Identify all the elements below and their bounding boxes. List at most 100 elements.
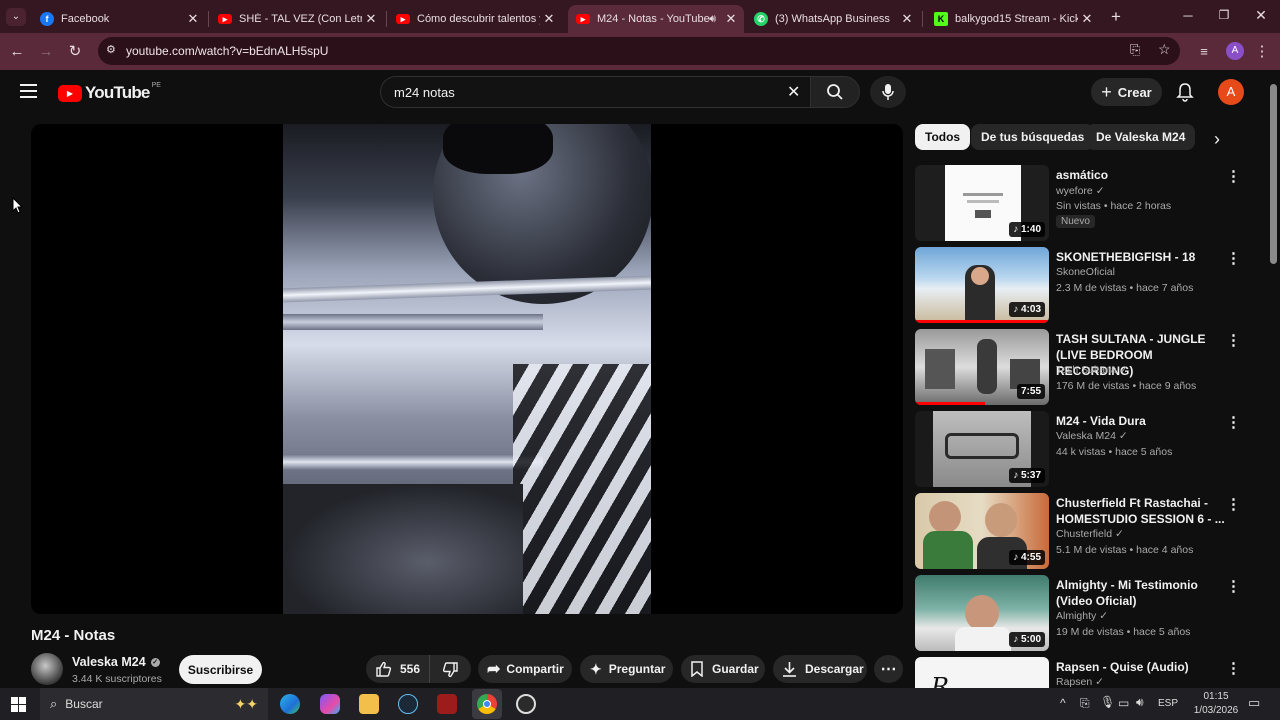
notification-center-icon[interactable]: ▭ bbox=[1248, 695, 1260, 711]
window-close-button[interactable]: ✕ bbox=[1251, 7, 1271, 25]
notifications-bell-icon[interactable] bbox=[1176, 82, 1194, 102]
search-button[interactable] bbox=[810, 76, 860, 108]
page-scrollbar[interactable] bbox=[1270, 84, 1277, 264]
taskbar-search[interactable]: ⌕ Buscar ✦✦ bbox=[40, 688, 268, 720]
share-button[interactable]: ➦ Compartir bbox=[478, 655, 572, 683]
microphone-icon[interactable]: 🎙︎ bbox=[1100, 695, 1115, 709]
video-thumbnail[interactable]: ♪ 1:40 bbox=[915, 165, 1049, 241]
clock-time[interactable]: 01:15 bbox=[1196, 691, 1236, 702]
chevron-up-icon[interactable]: ^ bbox=[1060, 696, 1066, 710]
new-tab-button[interactable]: + bbox=[1106, 7, 1126, 27]
recommendation-item[interactable]: ♪ 4:03 SKONETHEBIGFISH - 18 SkoneOficial… bbox=[915, 247, 1245, 323]
video-thumbnail[interactable]: ♪ 4:55 bbox=[915, 493, 1049, 569]
more-menu-icon[interactable]: ⋮ bbox=[1250, 39, 1274, 63]
obs-icon[interactable] bbox=[516, 694, 536, 714]
search-input[interactable]: m24 notas ✕ bbox=[380, 76, 810, 108]
recommendation-item[interactable]: R Rapsen - Quise (Audio) Rapsen ✓ ⋮ bbox=[915, 657, 1245, 688]
voice-search-button[interactable] bbox=[870, 76, 906, 108]
copilot-icon[interactable] bbox=[320, 694, 340, 714]
tab-search-button[interactable]: ⌄ bbox=[6, 8, 26, 26]
recommendation-channel[interactable]: SkoneOficial bbox=[1056, 266, 1115, 278]
tab-facebook[interactable]: f Facebook ✕ bbox=[32, 5, 206, 33]
more-actions-button[interactable]: ⋯ bbox=[874, 655, 903, 683]
recommendation-title[interactable]: Chusterfield Ft Rastachai - HOMESTUDIO S… bbox=[1056, 495, 1226, 527]
maximize-button[interactable]: ❐ bbox=[1214, 8, 1234, 24]
chrome-taskbar-button[interactable] bbox=[472, 689, 502, 719]
close-icon[interactable]: ✕ bbox=[898, 11, 916, 27]
dislike-button[interactable] bbox=[430, 655, 471, 683]
recommendation-channel[interactable]: Rapsen ✓ bbox=[1056, 676, 1104, 688]
video-thumbnail[interactable]: ♪ 5:37 bbox=[915, 411, 1049, 487]
recommendation-channel[interactable]: Valeska M24 ✓ bbox=[1056, 430, 1128, 442]
create-button[interactable]: + Crear bbox=[1091, 78, 1162, 106]
back-button[interactable]: ← bbox=[5, 39, 29, 63]
close-icon[interactable]: ✕ bbox=[540, 11, 558, 27]
volume-icon[interactable]: 🔊︎ bbox=[1136, 695, 1144, 710]
recommendation-item[interactable]: ♪ 4:55 Chusterfield Ft Rastachai - HOMES… bbox=[915, 493, 1245, 569]
close-icon[interactable]: ✕ bbox=[184, 11, 202, 27]
address-bar[interactable]: ⚙ youtube.com/watch?v=bEdnALH5spU ⎘ ☆ bbox=[98, 37, 1180, 65]
close-icon[interactable]: ✕ bbox=[722, 11, 740, 27]
chevron-right-icon[interactable]: › bbox=[1206, 128, 1228, 150]
recommendation-title[interactable]: M24 - Vida Dura bbox=[1056, 413, 1226, 429]
recommendation-channel[interactable]: wyefore ✓ bbox=[1056, 185, 1105, 197]
forward-button[interactable]: → bbox=[34, 39, 58, 63]
subscribe-button[interactable]: Suscribirse bbox=[179, 655, 262, 684]
account-avatar[interactable]: A bbox=[1218, 79, 1244, 105]
media-control-icon[interactable]: ≡ bbox=[1192, 39, 1216, 63]
install-app-icon[interactable]: ⎘ bbox=[1130, 42, 1140, 58]
save-button[interactable]: Guardar bbox=[681, 655, 765, 683]
recommendation-channel[interactable]: Chusterfield ✓ bbox=[1056, 528, 1124, 540]
more-vertical-icon[interactable]: ⋮ bbox=[1226, 495, 1241, 515]
hamburger-menu-icon[interactable] bbox=[20, 84, 37, 98]
recommendation-item[interactable]: ♪ 5:37 M24 - Vida Dura Valeska M24 ✓ 44 … bbox=[915, 411, 1245, 487]
clear-search-icon[interactable]: ✕ bbox=[787, 82, 800, 102]
recommendation-channel[interactable]: Tash Sultana ✓ bbox=[1056, 364, 1128, 376]
recommendation-title[interactable]: Almighty - Mi Testimonio (Video Oficial) bbox=[1056, 577, 1226, 609]
recommendation-item[interactable]: ♪ 5:00 Almighty - Mi Testimonio (Video O… bbox=[915, 575, 1245, 651]
site-info-icon[interactable]: ⚙ bbox=[106, 43, 116, 56]
chip-de-valeska[interactable]: De Valeska M24 bbox=[1086, 124, 1196, 150]
more-vertical-icon[interactable]: ⋮ bbox=[1226, 331, 1241, 351]
tab-m24-notas[interactable]: ▸ M24 - Notas - YouTube 🔊︎ ✕ bbox=[568, 5, 744, 33]
tab-whatsapp[interactable]: ✆ (3) WhatsApp Business ✕ bbox=[746, 5, 920, 33]
more-vertical-icon[interactable]: ⋮ bbox=[1226, 659, 1241, 679]
clock-date[interactable]: 1/03/2026 bbox=[1188, 705, 1244, 716]
video-player[interactable] bbox=[31, 124, 903, 614]
steam-icon[interactable] bbox=[398, 694, 418, 714]
tab-talentos[interactable]: ▸ Cómo descubrir talentos y d ✕ bbox=[388, 5, 562, 33]
recommendation-title[interactable]: SKONETHEBIGFISH - 18 bbox=[1056, 249, 1226, 265]
tray-icon-a[interactable]: ⎘ bbox=[1080, 696, 1090, 711]
more-vertical-icon[interactable]: ⋮ bbox=[1226, 249, 1241, 269]
video-thumbnail[interactable]: ♪ 5:00 bbox=[915, 575, 1049, 651]
dota-icon[interactable] bbox=[437, 694, 457, 714]
video-thumbnail[interactable]: 7:55 bbox=[915, 329, 1049, 405]
recommendation-title[interactable]: asmático bbox=[1056, 167, 1226, 183]
channel-avatar[interactable] bbox=[31, 653, 63, 685]
recommendation-title[interactable]: Rapsen - Quise (Audio) bbox=[1056, 659, 1226, 675]
video-thumbnail[interactable]: ♪ 4:03 bbox=[915, 247, 1049, 323]
minimize-button[interactable]: ─ bbox=[1178, 8, 1198, 24]
windows-start-icon[interactable] bbox=[11, 697, 26, 712]
video-thumbnail[interactable]: R bbox=[915, 657, 1049, 688]
tab-she-tal-vez[interactable]: ▸ SHÉ - TAL VEZ (Con Letra) - Y ✕ bbox=[210, 5, 384, 33]
recommendation-item[interactable]: ♪ 1:40 asmático wyefore ✓ Sin vistas • h… bbox=[915, 165, 1245, 241]
edge-icon[interactable] bbox=[280, 694, 300, 714]
bookmark-star-icon[interactable]: ☆ bbox=[1158, 41, 1171, 58]
reload-button[interactable]: ↻ bbox=[63, 39, 87, 63]
tab-kick[interactable]: K balkygod15 Stream - Kick Da ✕ bbox=[926, 5, 1100, 33]
channel-name[interactable]: Valeska M24 ✓ bbox=[72, 655, 160, 669]
network-icon[interactable]: ▭ bbox=[1118, 696, 1129, 710]
more-vertical-icon[interactable]: ⋮ bbox=[1226, 577, 1241, 597]
close-icon[interactable]: ✕ bbox=[1078, 11, 1096, 27]
speaker-icon[interactable]: 🔊︎ bbox=[709, 13, 716, 26]
recommendation-channel[interactable]: Almighty ✓ bbox=[1056, 610, 1108, 622]
more-vertical-icon[interactable]: ⋮ bbox=[1226, 413, 1241, 433]
profile-avatar[interactable]: A bbox=[1226, 42, 1244, 60]
recommendation-item[interactable]: 7:55 TASH SULTANA - JUNGLE (LIVE BEDROOM… bbox=[915, 329, 1245, 405]
file-explorer-icon[interactable] bbox=[359, 694, 379, 714]
download-button[interactable]: Descargar bbox=[773, 655, 867, 683]
language-indicator[interactable]: ESP bbox=[1158, 698, 1178, 709]
chip-todos[interactable]: Todos bbox=[915, 124, 971, 150]
chip-de-tus-busquedas[interactable]: De tus búsquedas bbox=[971, 124, 1095, 150]
